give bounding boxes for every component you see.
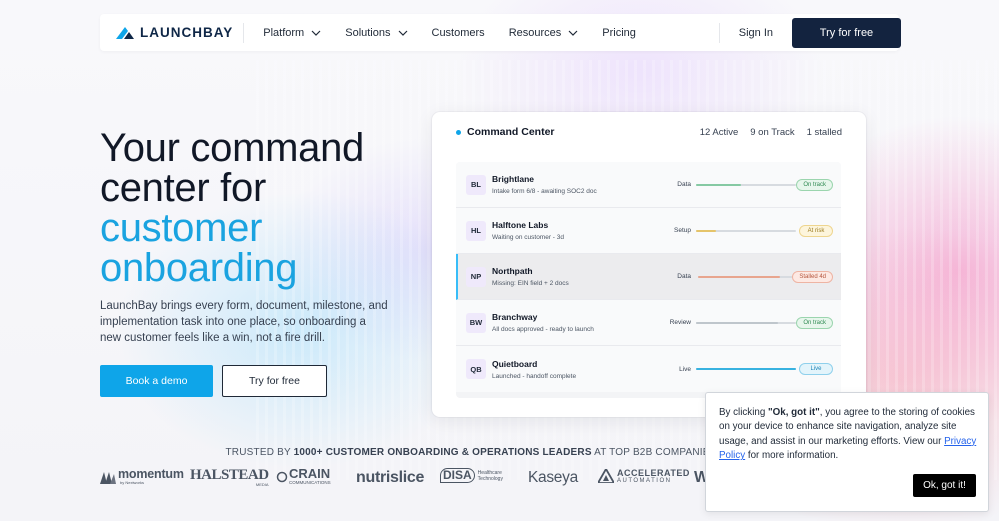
command-center-card: Command Center 12 Active 9 on Track 1 st… — [432, 112, 866, 417]
accelerated-triangle-icon — [598, 469, 614, 483]
progress-bar — [698, 275, 798, 278]
menu-item-pricing[interactable]: Pricing — [602, 27, 636, 39]
brand-logo[interactable]: LAUNCHBAY — [116, 25, 233, 40]
cookie-text: By clicking "Ok, got it", you agree to t… — [719, 407, 977, 462]
top-navbar: LAUNCHBAY Platform Solutions Customers R… — [100, 14, 901, 51]
customer-initials-badge: NP — [466, 266, 486, 287]
progress-bar-fill — [696, 183, 741, 186]
status-pill: At risk — [799, 224, 833, 237]
hero-title-accent: onboarding — [100, 246, 298, 290]
command-center-title: Command Center — [467, 126, 555, 138]
customer-row[interactable]: BW Branchway All docs approved - ready to … — [456, 300, 841, 346]
customer-logos: momentum by Nextworks HALSTEAD MEDIA CRA… — [100, 467, 740, 490]
nav-divider — [718, 22, 720, 43]
chevron-down-icon — [568, 30, 578, 36]
customer-name: Northpath — [492, 266, 533, 276]
cookie-banner: By clicking "Ok, got it", you agree to t… — [705, 392, 989, 512]
customer-status-detail: Launched - handoff complete — [492, 372, 577, 380]
progress-bar-fill — [696, 229, 716, 232]
progress-bar-fill — [698, 275, 780, 278]
customer-initials-badge: BW — [466, 312, 486, 333]
momentum-mark-icon — [100, 471, 116, 484]
customer-status-detail: Missing: EIN field + 2 docs — [492, 280, 569, 287]
command-center-stats: 12 Active 9 on Track 1 stalled — [688, 127, 842, 138]
accelerated-logo: ACCELERATED AUTOMATION — [598, 468, 690, 484]
stat-on-track: 9 on Track — [750, 126, 795, 138]
crain-logo: CRAIN COMMUNICATIONS — [276, 467, 331, 485]
command-center-header: Command Center 12 Active 9 on Track 1 st… — [432, 112, 866, 152]
customer-list: BL Brightlane Intake form 6/8 - awaiting S… — [456, 162, 841, 398]
progress-bar — [696, 368, 796, 370]
customer-name: Quietboard — [492, 358, 538, 369]
stage-label: Review — [669, 319, 691, 326]
menu-item-customers[interactable]: Customers — [432, 27, 485, 39]
stage-label: Data — [677, 273, 691, 280]
brand-name: LAUNCHBAY — [140, 25, 234, 40]
hero-title: Your command center for customer onboard… — [100, 126, 364, 290]
customer-status-detail: All docs approved - ready to launch — [492, 326, 594, 333]
nutrislice-logo: nutrislice — [356, 469, 425, 486]
customer-name: Branchway — [492, 312, 538, 322]
menu-item-resources[interactable]: Resources — [509, 27, 579, 39]
stage-label: Setup — [674, 227, 691, 234]
nav-right: Sign In Try for free — [718, 14, 901, 51]
crain-ring-icon — [276, 471, 288, 482]
hero-title-accent: customer — [100, 206, 263, 250]
try-for-free-button[interactable]: Try for free — [222, 365, 327, 397]
customer-info: Brightlane Intake form 6/8 - awaiting SOC… — [492, 174, 597, 195]
customer-info: Quietboard Launched - handoff complete — [492, 359, 576, 380]
launchbay-logo-icon — [116, 26, 134, 39]
status-pill: On track — [796, 178, 833, 191]
book-demo-button[interactable]: Book a demo — [100, 365, 213, 397]
customer-info: Halftone Labs Waiting on customer - 3d — [492, 220, 564, 241]
chevron-down-icon — [311, 30, 321, 36]
status-pill: Live — [799, 363, 833, 375]
customer-name: Brightlane — [492, 174, 535, 184]
halstead-logo: HALSTEAD MEDIA — [190, 467, 269, 488]
progress-bar — [696, 229, 796, 232]
status-pill: Stalled 4d — [792, 270, 833, 283]
stat-stalled: 1 stalled — [806, 126, 842, 138]
momentum-logo: momentum by Nextworks — [100, 468, 184, 485]
customer-info: Northpath Missing: EIN field + 2 docs — [492, 266, 569, 287]
customer-name: Halftone Labs — [492, 220, 549, 230]
status-pill: On track — [796, 316, 833, 329]
customer-info: Branchway All docs approved - ready to la… — [492, 312, 594, 333]
progress-bar — [696, 321, 796, 324]
progress-bar-fill — [696, 368, 796, 370]
main-menu: Platform Solutions Customers Resources P… — [263, 27, 660, 39]
progress-bar — [696, 183, 796, 186]
customer-initials-badge: HL — [466, 220, 486, 241]
customer-row[interactable]: NP Northpath Missing: EIN field + 2 docs Da… — [456, 254, 841, 300]
customer-row[interactable]: BL Brightlane Intake form 6/8 - awaiting S… — [456, 162, 841, 208]
chevron-down-icon — [398, 30, 407, 36]
progress-bar-fill — [696, 321, 778, 324]
stage-label: Data — [677, 181, 691, 188]
status-dot-icon — [456, 129, 461, 135]
customer-status-detail: Waiting on customer - 3d — [492, 234, 565, 241]
try-for-free-nav-button[interactable]: Try for free — [792, 17, 901, 48]
customer-status-detail: Intake form 6/8 - awaiting SOC2 doc — [492, 188, 597, 195]
customer-row[interactable]: HL Halftone Labs Waiting on customer - 3d S… — [456, 208, 841, 254]
cookie-accept-button[interactable]: Ok, got it! — [913, 474, 976, 497]
menu-item-solutions[interactable]: Solutions — [345, 27, 407, 39]
kaseya-logo: Kaseya — [528, 469, 578, 486]
sign-in-link[interactable]: Sign In — [739, 27, 773, 39]
hero-description: LaunchBay brings every form, document, m… — [100, 300, 388, 344]
disa-logo: DISA Healthcare Technology — [440, 468, 518, 483]
menu-item-platform[interactable]: Platform — [263, 27, 321, 39]
customer-initials-badge: BL — [466, 174, 486, 195]
customer-row[interactable]: QB Quietboard Launched - handoff complete L… — [456, 346, 841, 392]
stat-active: 12 Active — [699, 126, 739, 138]
stage-label: Live — [679, 365, 691, 373]
customer-initials-badge: QB — [466, 359, 486, 379]
nav-divider — [243, 22, 245, 43]
